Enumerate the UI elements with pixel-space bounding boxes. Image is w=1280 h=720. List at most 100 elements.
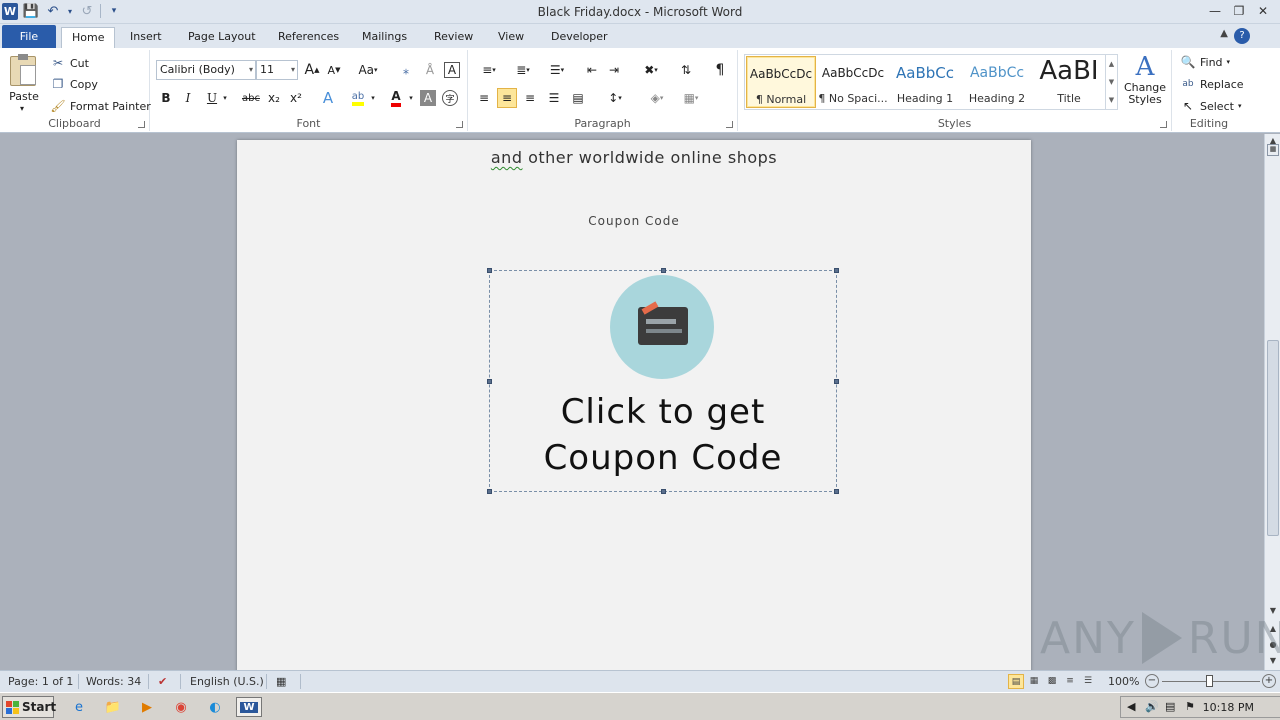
start-button[interactable]: Start bbox=[2, 696, 56, 718]
sort-icon[interactable]: ⇅ bbox=[676, 60, 696, 80]
superscript-button[interactable]: x² bbox=[286, 88, 306, 108]
select-button[interactable]: ↖ Select ▾ bbox=[1180, 96, 1241, 116]
zoom-level[interactable]: 100% bbox=[1108, 675, 1139, 688]
close-icon[interactable]: ✕ bbox=[1252, 2, 1274, 20]
text-effects-icon[interactable]: A bbox=[318, 88, 338, 108]
align-right-icon[interactable]: ≡ bbox=[520, 88, 540, 108]
strikethrough-button[interactable]: abc bbox=[238, 88, 264, 108]
character-shading-icon[interactable]: A bbox=[420, 90, 436, 106]
paste-button[interactable]: Paste ▾ bbox=[6, 54, 42, 113]
tab-mailings[interactable]: Mailings bbox=[352, 27, 417, 48]
character-border-icon[interactable]: A bbox=[444, 62, 460, 78]
asian-layout-icon[interactable]: ✖ ▾ bbox=[638, 60, 664, 80]
numbering-icon[interactable]: ≣ ▾ bbox=[510, 60, 536, 80]
draft-view-icon[interactable]: ☰ bbox=[1080, 674, 1096, 689]
tray-expand-icon[interactable]: ◀ bbox=[1127, 700, 1135, 713]
style-title[interactable]: AaBI Title bbox=[1034, 56, 1104, 108]
media-player-icon[interactable]: ▶ bbox=[136, 697, 158, 717]
enclose-characters-icon[interactable]: 字 bbox=[442, 90, 458, 106]
document-page[interactable]: and other worldwide online shops Coupon … bbox=[237, 140, 1031, 670]
paragraph-dialog-launcher-icon[interactable] bbox=[726, 121, 733, 128]
copy-button[interactable]: ❐ Copy bbox=[50, 74, 98, 94]
zoom-out-icon[interactable]: − bbox=[1145, 674, 1159, 688]
subscript-button[interactable]: x₂ bbox=[264, 88, 284, 108]
styles-dialog-launcher-icon[interactable] bbox=[1160, 121, 1167, 128]
web-layout-view-icon[interactable]: ▩ bbox=[1044, 674, 1060, 689]
tab-review[interactable]: Review bbox=[424, 27, 483, 48]
format-painter-button[interactable]: 🖌 Format Painter bbox=[50, 96, 150, 116]
font-color-dropdown-icon[interactable]: ▾ bbox=[406, 88, 416, 108]
distributed-icon[interactable]: ▤ bbox=[568, 88, 588, 108]
action-center-flag-icon[interactable]: ⚑ bbox=[1185, 700, 1195, 713]
body-text-line[interactable]: and other worldwide online shops bbox=[237, 148, 1031, 167]
justify-icon[interactable]: ☰ bbox=[544, 88, 564, 108]
word-count[interactable]: Words: 34 bbox=[86, 675, 141, 688]
styles-gallery-scroll[interactable]: ▲ ▼ ▼ bbox=[1105, 55, 1117, 109]
file-explorer-icon[interactable]: 📁 bbox=[102, 697, 124, 717]
highlight-color-button[interactable]: ab bbox=[348, 88, 368, 108]
tab-page-layout[interactable]: Page Layout bbox=[178, 27, 266, 48]
style-heading-2[interactable]: AaBbCc Heading 2 bbox=[962, 56, 1032, 108]
font-color-button[interactable]: A bbox=[386, 88, 406, 108]
proofing-icon[interactable]: ✔ bbox=[158, 675, 167, 688]
change-case-button[interactable]: Aa ▾ bbox=[354, 60, 382, 80]
tab-references[interactable]: References bbox=[268, 27, 349, 48]
resize-handle-top-right[interactable] bbox=[834, 268, 839, 273]
restore-icon[interactable]: ❐ bbox=[1228, 2, 1250, 20]
full-screen-reading-view-icon[interactable]: ▦ bbox=[1026, 674, 1042, 689]
tab-home[interactable]: Home bbox=[61, 27, 116, 48]
font-family-combo[interactable]: Calibri (Body) ▾ bbox=[156, 60, 256, 80]
phonetic-guide-icon[interactable]: Å bbox=[420, 60, 440, 80]
change-styles-button[interactable]: A Change Styles bbox=[1122, 52, 1168, 114]
font-dialog-launcher-icon[interactable] bbox=[456, 121, 463, 128]
italic-button[interactable]: I bbox=[178, 88, 198, 108]
style-heading-1[interactable]: AaBbCc Heading 1 bbox=[890, 56, 960, 108]
internet-explorer-icon[interactable]: e bbox=[68, 697, 90, 717]
increase-indent-icon[interactable]: ⇥ bbox=[604, 60, 624, 80]
zoom-in-icon[interactable]: + bbox=[1262, 674, 1276, 688]
highlight-dropdown-icon[interactable]: ▾ bbox=[368, 88, 378, 108]
chevron-up-icon[interactable]: ▲ bbox=[1106, 55, 1117, 73]
borders-icon[interactable]: ▦ ▾ bbox=[678, 88, 704, 108]
chevron-down-icon[interactable]: ▼ bbox=[1106, 73, 1117, 91]
style-normal[interactable]: AaBbCcDc ¶ Normal bbox=[746, 56, 816, 108]
outline-view-icon[interactable]: ≡ bbox=[1062, 674, 1078, 689]
clipboard-dialog-launcher-icon[interactable] bbox=[138, 121, 145, 128]
tab-developer[interactable]: Developer bbox=[541, 27, 618, 48]
minimize-ribbon-icon[interactable]: ▲ bbox=[1220, 28, 1228, 39]
spelling-flag-word[interactable]: and bbox=[491, 148, 523, 167]
scroll-up-icon[interactable]: ▲ bbox=[1265, 136, 1280, 150]
minimize-icon[interactable]: — bbox=[1204, 2, 1226, 20]
multilevel-list-icon[interactable]: ☰ ▾ bbox=[544, 60, 570, 80]
bullets-icon[interactable]: ≡ ▾ bbox=[476, 60, 502, 80]
help-icon[interactable]: ? bbox=[1234, 28, 1250, 44]
resize-handle-top-left[interactable] bbox=[487, 268, 492, 273]
clear-formatting-icon[interactable]: ⁎ bbox=[396, 60, 416, 80]
resize-handle-top[interactable] bbox=[661, 268, 666, 273]
coupon-image[interactable]: Click to get Coupon Code bbox=[487, 268, 839, 494]
shrink-font-button[interactable]: A ▼ bbox=[324, 60, 344, 80]
style-no-spacing[interactable]: AaBbCcDc ¶ No Spaci... bbox=[818, 56, 888, 108]
decrease-indent-icon[interactable]: ⇤ bbox=[582, 60, 602, 80]
vertical-scrollbar[interactable]: ▦ ▲ ▼ ▲ ● ▼ bbox=[1264, 134, 1280, 670]
align-left-icon[interactable]: ≡ bbox=[474, 88, 494, 108]
network-icon[interactable]: ▤ bbox=[1165, 700, 1175, 713]
underline-dropdown-icon[interactable]: ▾ bbox=[220, 88, 230, 108]
find-button[interactable]: 🔍 Find ▾ bbox=[1180, 52, 1231, 72]
edge-icon[interactable]: ◐ bbox=[204, 697, 226, 717]
print-layout-view-icon[interactable]: ▤ bbox=[1008, 674, 1024, 689]
font-size-combo[interactable]: 11 ▾ bbox=[256, 60, 298, 80]
bold-button[interactable]: B bbox=[156, 88, 176, 108]
replace-button[interactable]: ab Replace bbox=[1180, 74, 1243, 94]
word-taskbar-icon[interactable]: W bbox=[236, 697, 262, 717]
underline-button[interactable]: U bbox=[202, 88, 222, 108]
tab-view[interactable]: View bbox=[488, 27, 534, 48]
macro-recording-icon[interactable]: ▦ bbox=[276, 675, 286, 688]
more-styles-icon[interactable]: ▼ bbox=[1106, 91, 1117, 109]
tab-insert[interactable]: Insert bbox=[120, 27, 172, 48]
zoom-slider-thumb[interactable] bbox=[1206, 675, 1213, 687]
line-spacing-icon[interactable]: ↕ ▾ bbox=[602, 88, 628, 108]
shading-icon[interactable]: ◈ ▾ bbox=[644, 88, 670, 108]
tab-file[interactable]: File bbox=[2, 25, 56, 48]
cut-button[interactable]: ✂ Cut bbox=[50, 53, 89, 73]
